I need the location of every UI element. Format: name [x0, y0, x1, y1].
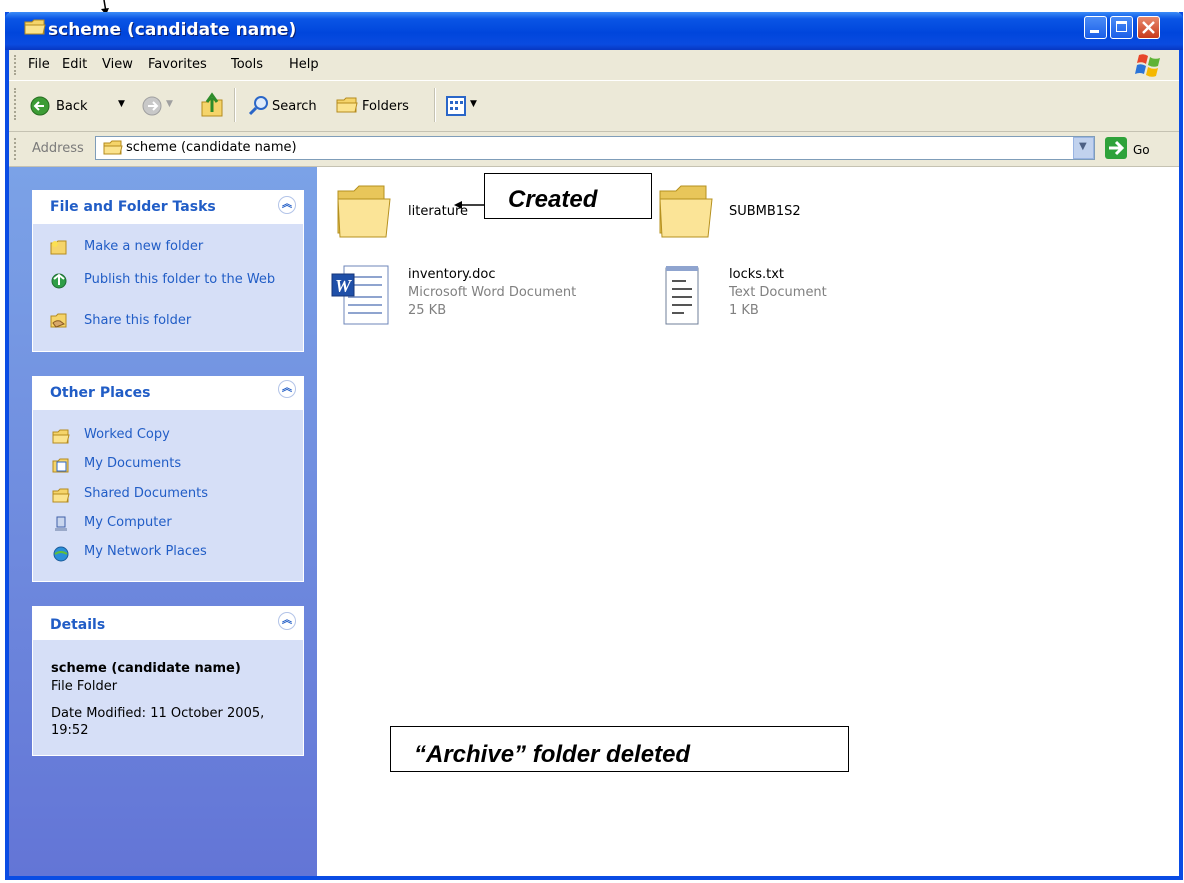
collapse-chevron-icon[interactable]: ︽ [278, 380, 296, 398]
folder-icon [52, 429, 70, 444]
annotation-created: Created [508, 186, 598, 213]
details-date-modified: Date Modified: 11 October 2005, 19:52 [51, 706, 265, 738]
back-button-label[interactable]: Back [56, 99, 88, 114]
panel-title: Other Places [50, 385, 151, 401]
views-icon[interactable] [446, 96, 466, 116]
folder-icon[interactable] [656, 183, 716, 241]
file-size-locks: 1 KB [729, 303, 759, 318]
folder-icon [103, 140, 123, 155]
task-make-new-folder[interactable]: Make a new folder [84, 239, 203, 254]
my-documents-icon [52, 458, 69, 473]
folder-icon[interactable] [334, 183, 394, 241]
up-folder-icon[interactable] [200, 92, 224, 118]
text-document-icon[interactable] [660, 262, 704, 330]
menu-view[interactable]: View [102, 57, 133, 72]
file-size-inventory: 25 KB [408, 303, 447, 318]
menu-file[interactable]: File [28, 57, 50, 72]
address-grip [14, 138, 19, 160]
task-publish-web[interactable]: Publish this folder to the Web [84, 271, 284, 288]
minimize-button[interactable] [1084, 16, 1107, 39]
go-arrow-icon[interactable] [1105, 137, 1127, 159]
collapse-chevron-icon[interactable]: ︽ [278, 612, 296, 630]
place-my-documents[interactable]: My Documents [84, 456, 181, 471]
file-type-locks: Text Document [729, 285, 827, 300]
panel-title: Details [50, 617, 106, 633]
menu-help[interactable]: Help [289, 57, 319, 72]
panel-title: File and Folder Tasks [50, 199, 216, 215]
views-dropdown-icon[interactable]: ▼ [470, 99, 477, 109]
forward-arrow-icon[interactable] [142, 96, 162, 116]
new-folder-icon [50, 240, 67, 255]
place-worked-copy[interactable]: Worked Copy [84, 427, 170, 442]
word-document-icon[interactable]: W [330, 262, 392, 328]
close-button[interactable] [1137, 16, 1160, 39]
file-name-locks[interactable]: locks.txt [729, 267, 784, 282]
collapse-chevron-icon[interactable]: ︽ [278, 196, 296, 214]
file-name-submb1s2[interactable]: SUBMB1S2 [729, 204, 801, 219]
address-dropdown-button[interactable]: ▼ [1073, 137, 1094, 159]
details-type: File Folder [51, 679, 118, 694]
go-button-label[interactable]: Go [1133, 143, 1150, 157]
annotation-archive-deleted: “Archive” folder deleted [414, 741, 691, 768]
windows-logo-icon [1135, 54, 1160, 77]
address-value: scheme (candidate name) [126, 140, 297, 155]
folders-icon[interactable] [336, 96, 358, 114]
place-my-network-places[interactable]: My Network Places [84, 544, 207, 559]
publish-web-icon [51, 273, 67, 289]
arrow-left-icon [454, 201, 486, 209]
share-folder-icon [50, 313, 67, 328]
chevron-down-icon: ▼ [1079, 141, 1087, 152]
address-label: Address [32, 141, 84, 156]
network-places-icon [53, 546, 69, 562]
folder-icon [52, 488, 70, 503]
my-computer-icon [55, 516, 67, 531]
menu-edit[interactable]: Edit [62, 57, 87, 72]
search-button-label[interactable]: Search [272, 99, 317, 114]
place-shared-documents[interactable]: Shared Documents [84, 486, 208, 501]
forward-dropdown-icon[interactable]: ▼ [166, 99, 173, 109]
window-title: scheme (candidate name) [48, 20, 297, 40]
maximize-button[interactable] [1110, 16, 1133, 39]
svg-text:W: W [335, 276, 353, 296]
menu-favorites[interactable]: Favorites [148, 57, 207, 72]
menu-grip [14, 55, 19, 75]
back-dropdown-icon[interactable]: ▼ [118, 99, 125, 109]
menu-tools[interactable]: Tools [231, 57, 263, 72]
task-share-folder[interactable]: Share this folder [84, 313, 191, 328]
file-name-inventory[interactable]: inventory.doc [408, 267, 496, 282]
back-arrow-icon[interactable] [30, 96, 50, 116]
details-name: scheme (candidate name) [51, 661, 241, 676]
folders-button-label[interactable]: Folders [362, 99, 409, 114]
toolbar-grip [14, 88, 19, 120]
close-icon [1142, 21, 1155, 34]
toolbar-separator [234, 88, 236, 122]
search-icon[interactable] [248, 94, 270, 116]
folder-icon [24, 19, 46, 35]
file-type-inventory: Microsoft Word Document [408, 285, 577, 300]
toolbar-separator [434, 88, 436, 122]
toolbar [9, 81, 1179, 132]
place-my-computer[interactable]: My Computer [84, 515, 172, 530]
